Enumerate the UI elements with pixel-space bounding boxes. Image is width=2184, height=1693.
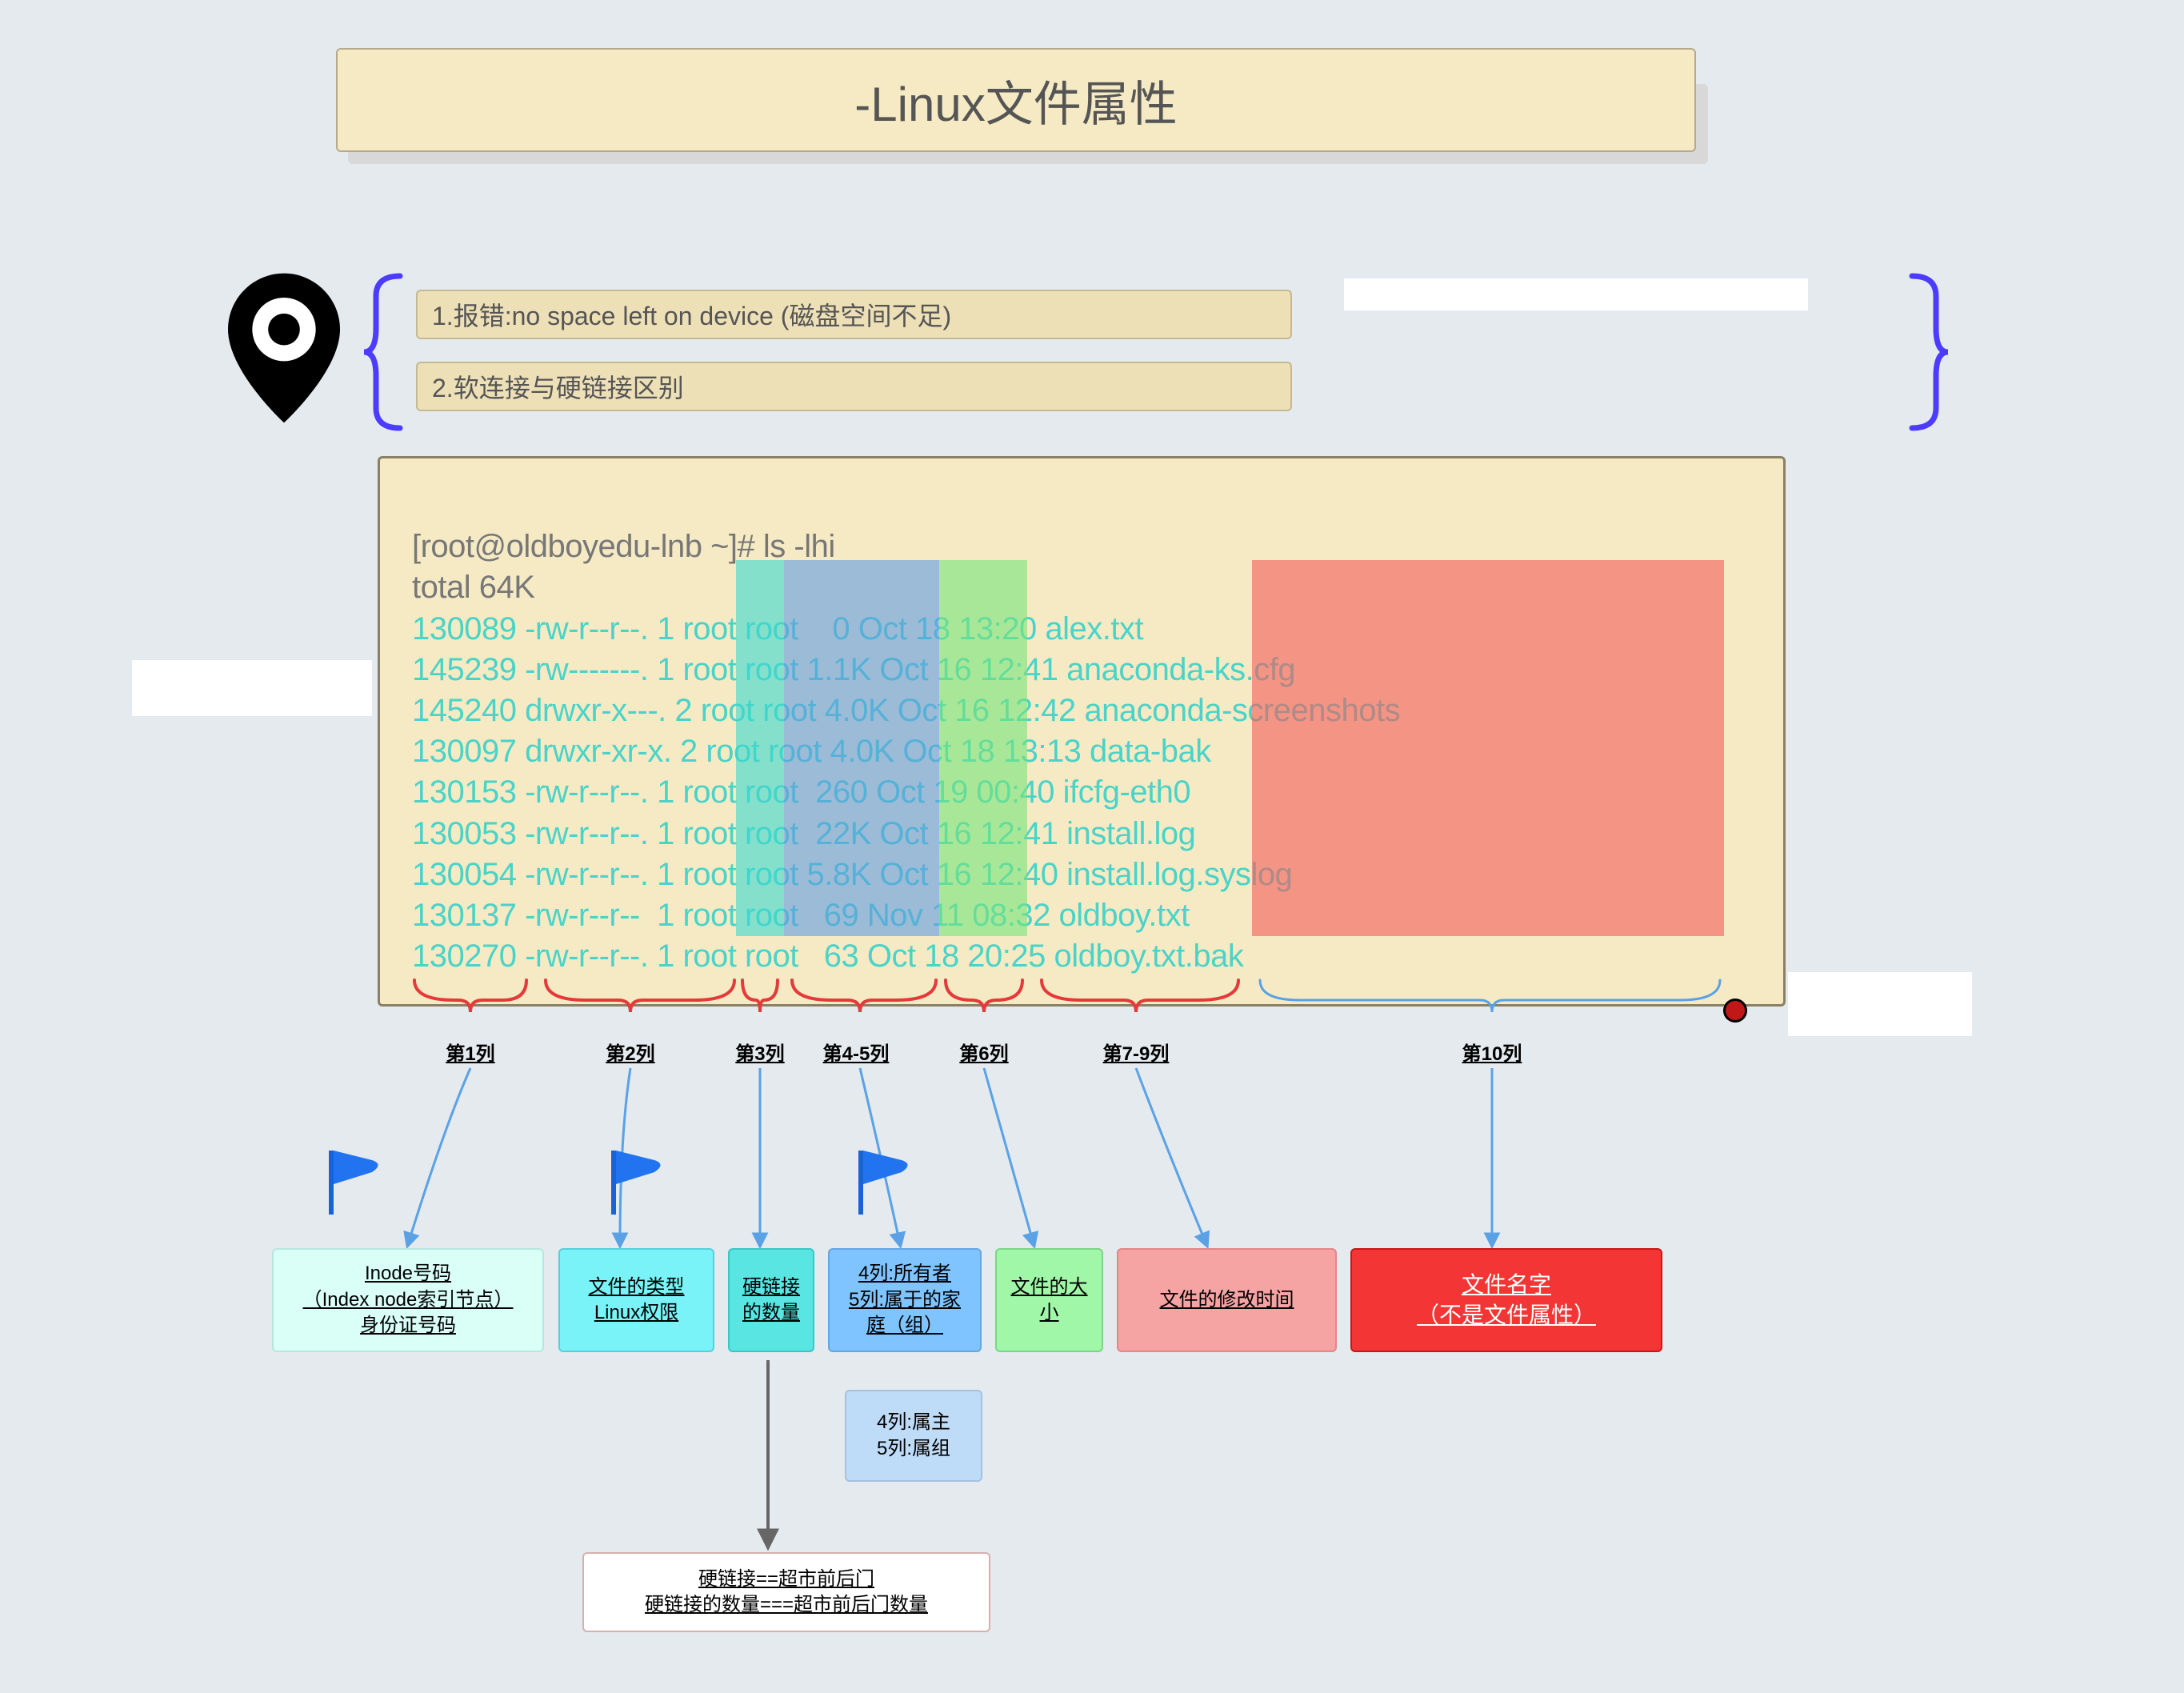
- desc-col6-text: 文件的大小: [1011, 1275, 1088, 1327]
- desc-col6: 文件的大小: [995, 1248, 1103, 1352]
- bullet-2: 2.软连接与硬链接区别: [416, 362, 1292, 411]
- col-label-2: 第2列: [566, 1038, 694, 1066]
- desc-col4-text: 4列:所有者5列:属于的家庭（组）: [849, 1261, 961, 1339]
- desc-hardlink-text: 硬链接==超市前后门硬链接的数量===超市前后门数量: [645, 1567, 928, 1619]
- terminal-prompt: [root@oldboyedu-lnb ~]# ls -lhi: [412, 529, 835, 564]
- white-rect-1: [1344, 278, 1808, 310]
- desc-col10: 文件名字（不是文件属性）: [1350, 1248, 1662, 1352]
- desc-col7: 文件的修改时间: [1117, 1248, 1337, 1352]
- hl-col4-5: [784, 560, 939, 936]
- title-text: -Linux文件属性: [854, 66, 1177, 135]
- flag-icon-2: [606, 1144, 670, 1216]
- hl-col6: [939, 560, 1027, 936]
- bullet-1: 1.报错:no space left on device (磁盘空间不足): [416, 290, 1292, 339]
- desc-col4-sub: 4列:属主5列:属组: [845, 1390, 982, 1482]
- white-rect-2: [132, 660, 372, 716]
- flag-icon-3: [854, 1144, 918, 1216]
- desc-col2-text: 文件的类型Linux权限: [589, 1275, 685, 1327]
- node-dot-icon: [1723, 999, 1747, 1023]
- brace-right-icon: [1904, 272, 1952, 436]
- brace-left-icon: [360, 272, 408, 436]
- desc-col3: 硬链接的数量: [728, 1248, 814, 1352]
- white-rect-3: [1788, 972, 1972, 1036]
- desc-col1: Inode号码（Index node索引节点）身份证号码: [272, 1248, 544, 1352]
- flag-icon-1: [324, 1144, 388, 1216]
- col-label-1: 第1列: [406, 1038, 534, 1066]
- desc-col4: 4列:所有者5列:属于的家庭（组）: [828, 1248, 982, 1352]
- desc-col2: 文件的类型Linux权限: [558, 1248, 714, 1352]
- desc-col7-text: 文件的修改时间: [1160, 1287, 1294, 1313]
- location-pin-icon: [228, 272, 340, 424]
- desc-col10-text: 文件名字（不是文件属性）: [1417, 1270, 1596, 1331]
- hl-col10: [1252, 560, 1724, 936]
- col-label-6: 第7-9列: [1072, 1038, 1200, 1066]
- desc-hardlink: 硬链接==超市前后门硬链接的数量===超市前后门数量: [582, 1552, 990, 1632]
- desc-col1-text: Inode号码（Index node索引节点）身份证号码: [303, 1261, 514, 1339]
- col-label-4: 第4-5列: [792, 1038, 920, 1066]
- desc-col3-text: 硬链接的数量: [742, 1275, 800, 1327]
- col-label-5: 第6列: [920, 1038, 1048, 1066]
- col-label-10: 第10列: [1428, 1038, 1556, 1066]
- terminal-total: total 64K: [412, 570, 534, 605]
- desc-col4-sub-text: 4列:属主5列:属组: [877, 1410, 950, 1462]
- hl-col3: [736, 560, 784, 936]
- row-8: 130270 -rw-r--r--. 1 root root 63 Oct 18…: [412, 939, 1243, 974]
- title-box: -Linux文件属性: [336, 48, 1696, 152]
